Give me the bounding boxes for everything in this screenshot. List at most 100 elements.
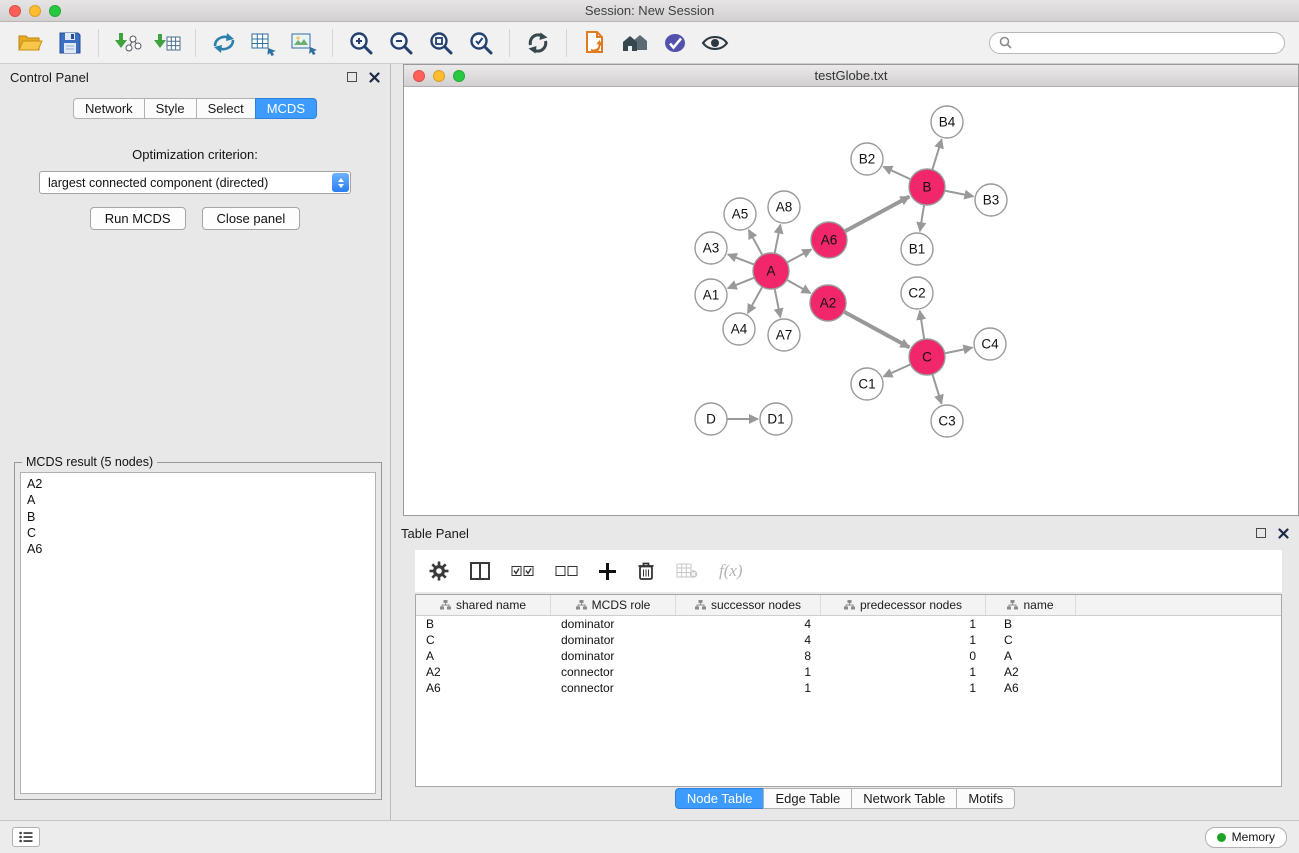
node-A3[interactable]: A3 <box>695 232 727 264</box>
table-cell[interactable]: B <box>416 616 551 632</box>
table-cell[interactable]: 8 <box>676 648 821 664</box>
table-cell[interactable]: 1 <box>676 664 821 680</box>
delete-row-button[interactable] <box>637 561 655 581</box>
result-item[interactable]: C <box>27 525 369 541</box>
column-header-shared-name[interactable]: shared name <box>416 595 551 615</box>
tab-edge-table[interactable]: Edge Table <box>763 788 852 809</box>
open-session-button[interactable] <box>10 25 50 61</box>
node-C3[interactable]: C3 <box>931 405 963 437</box>
tab-mcds[interactable]: MCDS <box>255 98 317 119</box>
zoom-in-button[interactable] <box>341 25 381 61</box>
table-cell[interactable]: A <box>986 648 1076 664</box>
apply-layout-button[interactable] <box>204 25 244 61</box>
export-image-button[interactable] <box>284 25 324 61</box>
refresh-view-button[interactable] <box>518 25 558 61</box>
node-D1[interactable]: D1 <box>760 403 792 435</box>
table-cell[interactable]: A <box>416 648 551 664</box>
table-cell[interactable]: 4 <box>676 616 821 632</box>
column-header-successor-nodes[interactable]: successor nodes <box>676 595 821 615</box>
tab-motifs[interactable]: Motifs <box>956 788 1015 809</box>
table-cell[interactable]: dominator <box>551 616 676 632</box>
edge-A6-B[interactable] <box>845 197 910 232</box>
node-A2[interactable]: A2 <box>810 285 846 321</box>
tab-network-table[interactable]: Network Table <box>851 788 957 809</box>
edge-A2-C[interactable] <box>844 312 910 348</box>
node-C2[interactable]: C2 <box>901 277 933 309</box>
table-row[interactable]: Bdominator41B <box>416 616 1281 632</box>
column-header-MCDS-role[interactable]: MCDS role <box>551 595 676 615</box>
node-A6[interactable]: A6 <box>811 222 847 258</box>
zoom-out-button[interactable] <box>381 25 421 61</box>
network-overview-button[interactable] <box>615 25 655 61</box>
table-row[interactable]: Adominator80A <box>416 648 1281 664</box>
node-B3[interactable]: B3 <box>975 184 1007 216</box>
table-cell[interactable]: B <box>986 616 1076 632</box>
task-history-button[interactable] <box>12 827 40 847</box>
add-row-button[interactable] <box>599 563 616 580</box>
import-network-button[interactable] <box>107 25 147 61</box>
export-snapshot-button[interactable] <box>575 25 615 61</box>
node-C4[interactable]: C4 <box>974 328 1006 360</box>
table-settings-button[interactable] <box>429 561 449 581</box>
result-item[interactable]: A <box>27 492 369 508</box>
table-cell[interactable]: A2 <box>986 664 1076 680</box>
table-cell[interactable]: 1 <box>821 632 986 648</box>
result-item[interactable]: B <box>27 509 369 525</box>
edge-B-B4[interactable] <box>932 139 941 170</box>
edge-C-C3[interactable] <box>932 374 941 404</box>
close-table-panel-icon[interactable] <box>1278 528 1289 539</box>
run-mcds-button[interactable]: Run MCDS <box>90 207 186 230</box>
edge-B-B3[interactable] <box>945 191 974 197</box>
close-panel-button[interactable]: Close panel <box>202 207 301 230</box>
save-session-button[interactable] <box>50 25 90 61</box>
tab-style[interactable]: Style <box>144 98 197 119</box>
table-row[interactable]: Cdominator41C <box>416 632 1281 648</box>
show-hide-graphics-button[interactable] <box>695 25 735 61</box>
table-cell[interactable]: dominator <box>551 632 676 648</box>
zoom-fit-button[interactable] <box>421 25 461 61</box>
table-cell[interactable]: dominator <box>551 648 676 664</box>
tab-network[interactable]: Network <box>73 98 145 119</box>
table-row[interactable]: A6connector11A6 <box>416 680 1281 696</box>
table-cell[interactable]: A6 <box>986 680 1076 696</box>
node-A8[interactable]: A8 <box>768 191 800 223</box>
edge-B-B2[interactable] <box>883 167 910 180</box>
node-B4[interactable]: B4 <box>931 106 963 138</box>
show-columns-button[interactable] <box>470 562 490 580</box>
node-C1[interactable]: C1 <box>851 368 883 400</box>
float-panel-button[interactable] <box>347 72 357 82</box>
node-B[interactable]: B <box>909 169 945 205</box>
result-item[interactable]: A2 <box>27 476 369 492</box>
edge-B-B1[interactable] <box>920 205 924 231</box>
edge-A-A5[interactable] <box>749 230 763 255</box>
zoom-selected-button[interactable] <box>461 25 501 61</box>
edge-C-C2[interactable] <box>920 311 924 339</box>
edge-A-A7[interactable] <box>775 289 781 318</box>
table-cell[interactable]: 1 <box>821 664 986 680</box>
search-input[interactable] <box>1018 36 1275 50</box>
tab-node-table[interactable]: Node Table <box>675 788 765 809</box>
node-C[interactable]: C <box>909 339 945 375</box>
import-table-button[interactable] <box>147 25 187 61</box>
node-B1[interactable]: B1 <box>901 233 933 265</box>
criterion-select[interactable]: largest connected component (directed) <box>39 171 351 194</box>
node-A5[interactable]: A5 <box>724 198 756 230</box>
function-builder-button[interactable]: f(x) <box>719 561 743 581</box>
edge-A-A2[interactable] <box>787 280 811 293</box>
column-header-predecessor-nodes[interactable]: predecessor nodes <box>821 595 986 615</box>
memory-button[interactable]: Memory <box>1205 827 1287 848</box>
export-table-button[interactable] <box>244 25 284 61</box>
network-canvas[interactable]: AA1A2A3A4A5A6A7A8BB1B2B3B4CC1C2C3C4DD1 <box>404 87 1298 515</box>
float-table-panel-button[interactable] <box>1256 528 1266 538</box>
node-B2[interactable]: B2 <box>851 143 883 175</box>
table-cell[interactable]: connector <box>551 664 676 680</box>
node-A1[interactable]: A1 <box>695 279 727 311</box>
close-panel-icon[interactable] <box>369 72 380 83</box>
result-item[interactable]: A6 <box>27 541 369 557</box>
table-cell[interactable]: 1 <box>676 680 821 696</box>
node-A[interactable]: A <box>753 253 789 289</box>
select-all-button[interactable] <box>511 565 534 578</box>
edge-A-A3[interactable] <box>728 254 754 264</box>
table-cell[interactable]: 4 <box>676 632 821 648</box>
table-row[interactable]: A2connector11A2 <box>416 664 1281 680</box>
